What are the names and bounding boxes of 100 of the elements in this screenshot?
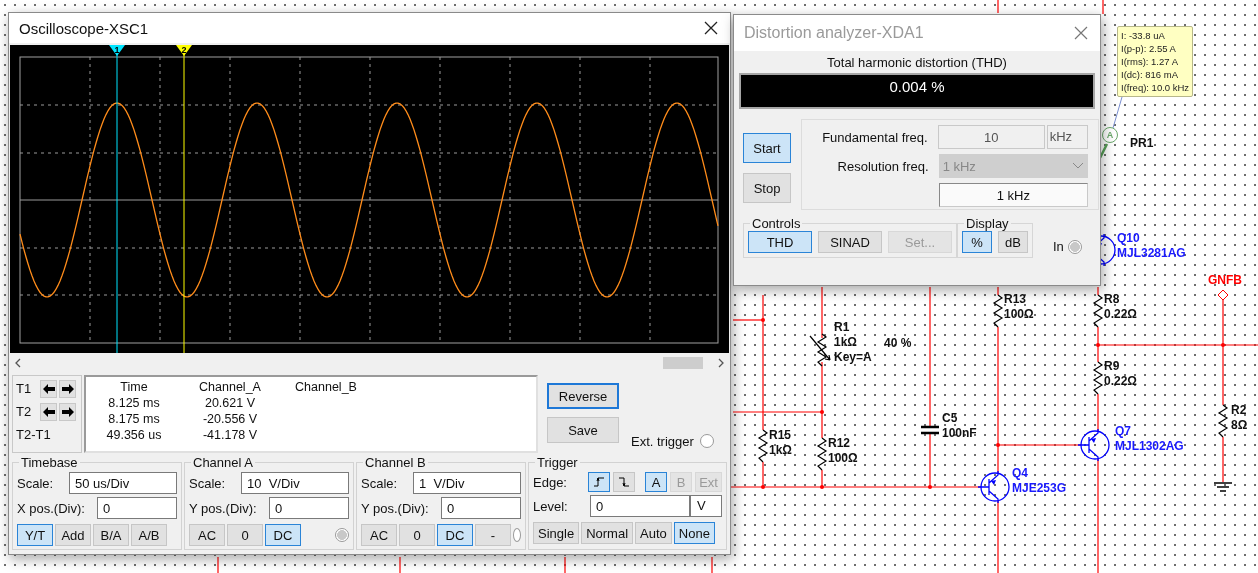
panel-title: Timebase: [20, 455, 79, 470]
part-value: 100Ω: [828, 451, 858, 466]
mode-button[interactable]: 0: [399, 524, 435, 546]
wire: [564, 556, 566, 573]
resistor-symbol: [992, 294, 1004, 328]
left-arrow-button[interactable]: [40, 379, 57, 398]
mode-button[interactable]: THD: [748, 231, 812, 253]
radio-indicator[interactable]: [335, 528, 349, 542]
mode-button[interactable]: Add: [55, 524, 91, 546]
input-field[interactable]: 0: [97, 497, 177, 519]
resistor-symbol: [1092, 294, 1104, 328]
action-button[interactable]: Stop: [743, 173, 791, 203]
mode-button[interactable]: Y/T: [17, 524, 53, 546]
falling-edge-icon: [618, 476, 631, 488]
mode-button[interactable]: Single: [533, 522, 580, 544]
transistor-symbol: [1077, 428, 1110, 462]
mode-button[interactable]: 0: [227, 524, 263, 546]
part-value: MJL3281AG: [1117, 246, 1186, 261]
table-cell-text: -20.556 V: [201, 412, 259, 426]
radio-indicator[interactable]: [699, 434, 714, 448]
probe-reading: I(rms): 1.27 A: [1121, 55, 1179, 68]
input-field[interactable]: 0: [269, 497, 349, 519]
mode-button[interactable]: None: [673, 522, 715, 544]
part-reference: C5: [942, 411, 959, 426]
wire: [399, 556, 401, 573]
chevron-left-icon[interactable]: [14, 358, 22, 368]
action-button[interactable]: Save: [547, 417, 619, 443]
junction-dot: [996, 443, 1000, 447]
mode-button[interactable]: A/B: [131, 524, 167, 546]
resistor-symbol: [1092, 361, 1104, 395]
ground-symbol: [1213, 482, 1233, 492]
edge-button[interactable]: [613, 472, 636, 492]
probe-leader-line: [1112, 96, 1123, 129]
ammeter-probe: A: [1102, 127, 1118, 143]
right-arrow-button[interactable]: [59, 402, 76, 421]
close-button[interactable]: [702, 19, 720, 37]
resistor-symbol: [816, 437, 828, 471]
radio-indicator[interactable]: [1067, 239, 1082, 254]
junction-dot: [820, 410, 824, 414]
part-reference: Q4: [1012, 466, 1029, 481]
table-cell-text: 20.621 V: [203, 396, 256, 410]
input-field[interactable]: 10: [937, 125, 1045, 149]
part-reference: R2: [1231, 403, 1248, 418]
mode-button[interactable]: DC: [437, 524, 473, 546]
edge-button[interactable]: [588, 472, 611, 492]
field-label: X pos.(Div):: [17, 500, 85, 516]
source-button[interactable]: A: [645, 472, 668, 492]
input-field[interactable]: 1 V/Div: [413, 472, 521, 494]
wire: [1097, 393, 1099, 432]
mode-button[interactable]: Auto: [635, 522, 672, 544]
cursor-handle[interactable]: 1: [109, 45, 125, 56]
input-field[interactable]: 50 us/Div: [69, 472, 177, 494]
wire: [997, 286, 999, 296]
mode-button[interactable]: AC: [361, 524, 397, 546]
unit-button[interactable]: %: [962, 231, 992, 253]
cursor-label: T2: [16, 403, 33, 420]
right-arrow-button[interactable]: [59, 379, 76, 398]
junction-dot: [761, 485, 765, 489]
unit-button[interactable]: dB: [998, 231, 1028, 253]
part-value: MJL1302AG: [1115, 439, 1184, 454]
scrollbar-thumb[interactable]: [663, 357, 703, 369]
right-arrow-icon: [61, 406, 74, 417]
radio-indicator[interactable]: [513, 528, 521, 542]
right-arrow-icon: [61, 383, 74, 394]
cursor-handle[interactable]: 2: [176, 45, 192, 56]
chevron-right-icon[interactable]: [717, 358, 725, 368]
probe-reading: I(p-p): 2.55 A: [1121, 42, 1177, 55]
action-button[interactable]: Start: [743, 133, 791, 163]
mode-button[interactable]: Normal: [581, 522, 634, 544]
probe-label: PR1: [1130, 136, 1154, 150]
field-label: Scale:: [189, 475, 226, 491]
window-title: Distortion analyzer-XDA1: [744, 24, 924, 42]
mode-button[interactable]: AC: [189, 524, 225, 546]
input-field[interactable]: 0: [590, 495, 690, 517]
cursor-label: T2-T1: [16, 426, 51, 443]
part-reference: R12: [828, 436, 851, 451]
mode-button[interactable]: DC: [265, 524, 301, 546]
part-reference: R8: [1104, 292, 1121, 307]
input-field[interactable]: 10 V/Div: [241, 472, 349, 494]
junction-dot: [928, 485, 932, 489]
mode-button[interactable]: SINAD: [818, 231, 882, 253]
thd-label: Total harmonic distortion (THD): [826, 55, 1008, 70]
potentiometer-symbol: [809, 333, 831, 367]
ext-trigger-label: Ext. trigger: [631, 433, 694, 449]
table-cell-text: 8.175 ms: [107, 412, 161, 426]
table-cell-text: 8.125 ms: [107, 396, 161, 410]
action-button[interactable]: Reverse: [547, 383, 619, 409]
wire: [217, 556, 219, 573]
column-header: Channel_A: [198, 380, 262, 394]
field-label: Y pos.(Div):: [361, 500, 429, 516]
wire: [997, 0, 999, 14]
part-value: 1kΩ: [769, 443, 792, 458]
mode-button[interactable]: B/A: [93, 524, 129, 546]
input-field[interactable]: 0: [441, 497, 521, 519]
part-key: Key=A: [834, 350, 872, 365]
mode-button[interactable]: -: [475, 524, 511, 546]
field-label: Resolution freq.: [836, 158, 929, 174]
left-arrow-button[interactable]: [40, 402, 57, 421]
table-cell-text: -41.178 V: [201, 428, 259, 442]
close-icon: [704, 21, 718, 35]
